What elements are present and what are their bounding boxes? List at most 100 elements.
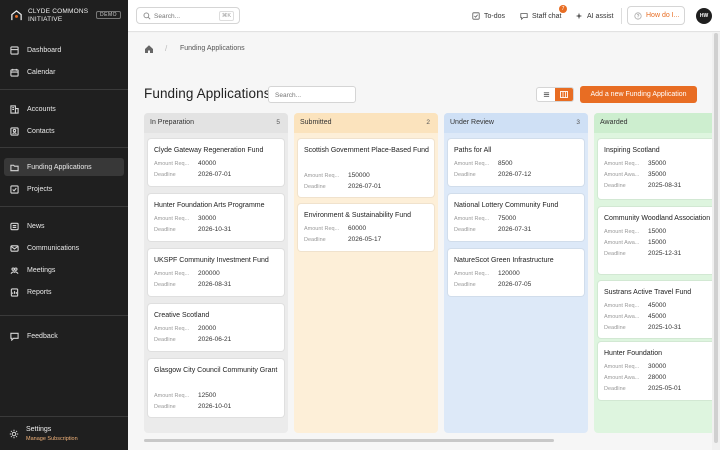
vertical-scrollbar[interactable] (714, 33, 718, 443)
sidebar-item-label: Meetings (27, 266, 56, 274)
card-field-value: 2025-08-31 (648, 182, 682, 189)
sidebar-divider (0, 206, 128, 207)
reports-icon (9, 287, 19, 297)
card-field-label: Amount Req... (454, 271, 490, 277)
card-field-value: 2026-07-12 (498, 171, 532, 178)
sidebar-item-contacts[interactable]: Contacts (4, 122, 124, 140)
avatar[interactable]: HW (696, 8, 712, 24)
meetings-icon (9, 266, 19, 275)
logo-icon (11, 10, 22, 21)
application-card[interactable]: NatureScot Green Infrastructure Amount Re… (448, 249, 584, 296)
staff-chat-label: Staff chat (532, 12, 562, 20)
ai-assist-label: AI assist (587, 12, 614, 20)
application-card[interactable]: UKSPF Community Investment Fund Amount Re… (148, 249, 284, 296)
sidebar-item-meetings[interactable]: Meetings (4, 261, 124, 279)
card-field-label: Amount Awa... (604, 375, 640, 381)
application-card[interactable]: Inspiring Scotland Amount Req... 35000 Amou… (598, 139, 720, 199)
board-view-button[interactable] (555, 88, 573, 101)
card-field: Deadline 2026-05-17 (304, 236, 430, 246)
card-field-value: 60000 (348, 225, 367, 232)
dashboard-icon (9, 45, 19, 55)
board-search-input[interactable] (275, 90, 351, 100)
column-title: Under Review (450, 119, 494, 126)
card-field-value: 15000 (648, 228, 667, 235)
global-search-input[interactable] (154, 11, 214, 21)
application-card[interactable]: Glasgow City Council Community Grant Amou… (148, 359, 284, 417)
column-title: Awarded (600, 119, 628, 126)
sidebar-item-calendar[interactable]: Calendar (4, 63, 124, 81)
column-count: 2 (426, 119, 430, 126)
help-button[interactable]: How do I... (627, 6, 685, 25)
application-card[interactable]: Sustrans Active Travel Fund Amount Req...… (598, 281, 720, 338)
application-card[interactable]: Clyde Gateway Regeneration Fund Amount Re… (148, 139, 284, 186)
card-field-label: Amount Req... (154, 393, 190, 399)
card-field: Deadline 2026-07-31 (454, 226, 580, 236)
card-field: Amount Req... 60000 (304, 225, 430, 235)
column-body: Inspiring Scotland Amount Req... 35000 Amou… (594, 133, 720, 433)
todos-button[interactable]: To-dos (472, 9, 505, 23)
application-card[interactable]: Paths for All Amount Req... 8500 Deadline 20… (448, 139, 584, 186)
settings-label: Settings (26, 426, 52, 433)
card-field-value: 2026-10-01 (198, 403, 232, 410)
board-search[interactable] (268, 86, 356, 103)
sidebar-item-label: Communications (27, 244, 80, 252)
card-field-label: Deadline (454, 172, 476, 178)
breadcrumb-current[interactable]: Funding Applications (180, 45, 245, 52)
column-in-preparation: In Preparation 5 Clyde Gateway Regeneratio… (144, 113, 288, 433)
card-field-value: 45000 (648, 302, 667, 309)
application-card[interactable]: Environment & Sustainability Fund Amount … (298, 204, 434, 251)
card-field-label: Deadline (154, 227, 176, 233)
brand-line-2: INITIATIVE (28, 16, 63, 23)
card-field-label: Deadline (604, 251, 626, 257)
feedback-icon (9, 332, 19, 341)
card-field: Deadline 2025-10-31 (604, 324, 720, 334)
card-field-label: Amount Awa... (604, 240, 640, 246)
card-field-label: Amount Req... (154, 161, 190, 167)
staff-chat-button[interactable]: Staff chat (520, 9, 561, 23)
sidebar-item-accounts[interactable]: Accounts (4, 100, 124, 118)
column-header: Under Review 3 (444, 113, 588, 133)
card-title: Creative Scotland (154, 312, 210, 319)
global-search[interactable]: ⌘K (136, 7, 240, 24)
card-field-label: Amount Req... (604, 364, 640, 370)
sidebar-item-label: Funding Applications (27, 163, 92, 171)
card-field-label: Deadline (304, 237, 326, 243)
sidebar-item-reports[interactable]: Reports (4, 283, 124, 301)
search-icon (143, 12, 151, 20)
application-card[interactable]: Hunter Foundation Amount Req... 30000 Amoun… (598, 342, 720, 400)
staff-chat-badge: 7 (559, 5, 567, 13)
card-field: Deadline 2026-07-01 (304, 183, 430, 193)
card-field: Amount Req... 150000 (304, 172, 430, 182)
sidebar-item-communications[interactable]: Communications (4, 239, 124, 257)
projects-icon (9, 184, 19, 194)
sidebar-item-dashboard[interactable]: Dashboard (4, 41, 124, 59)
card-field-label: Amount Req... (154, 326, 190, 332)
card-field-label: Deadline (154, 404, 176, 410)
application-card[interactable]: Community Woodland Association Amount Req… (598, 207, 720, 274)
card-field-value: 2025-12-31 (648, 250, 682, 257)
manage-subscription-link[interactable]: Manage Subscription (26, 436, 78, 442)
card-title: NatureScot Green Infrastructure (454, 257, 554, 264)
card-field: Amount Req... 35000 (604, 160, 720, 170)
sidebar-item-feedback[interactable]: Feedback (4, 327, 124, 345)
card-field: Amount Req... 30000 (154, 215, 280, 225)
application-card[interactable]: Hunter Foundation Arts Programme Amount R… (148, 194, 284, 241)
sidebar-item-news[interactable]: News (4, 217, 124, 235)
sidebar-item-projects[interactable]: Projects (4, 180, 124, 198)
list-view-button[interactable] (537, 88, 555, 101)
ai-assist-button[interactable]: AI assist (575, 9, 613, 23)
settings-button[interactable]: Settings Manage Subscription (0, 416, 128, 450)
column-count: 5 (276, 119, 280, 126)
column-header: Submitted 2 (294, 113, 438, 133)
application-card[interactable]: Scottish Government Place-Based Fund Amou… (298, 139, 434, 197)
application-card[interactable]: Creative Scotland Amount Req... 20000 Deadl… (148, 304, 284, 351)
application-card[interactable]: National Lottery Community Fund Amount Re… (448, 194, 584, 241)
add-funding-application-button[interactable]: Add a new Funding Application (580, 86, 697, 103)
card-field-label: Deadline (604, 386, 626, 392)
card-field-value: 2026-05-17 (348, 236, 382, 243)
sidebar-item-funding-applications[interactable]: Funding Applications (4, 158, 124, 176)
horizontal-scrollbar[interactable] (144, 439, 554, 442)
brand[interactable]: CLYDE COMMONS INITIATIVE DEMO (10, 8, 122, 26)
card-field: Amount Req... 45000 (604, 302, 720, 312)
home-icon[interactable] (144, 44, 154, 54)
